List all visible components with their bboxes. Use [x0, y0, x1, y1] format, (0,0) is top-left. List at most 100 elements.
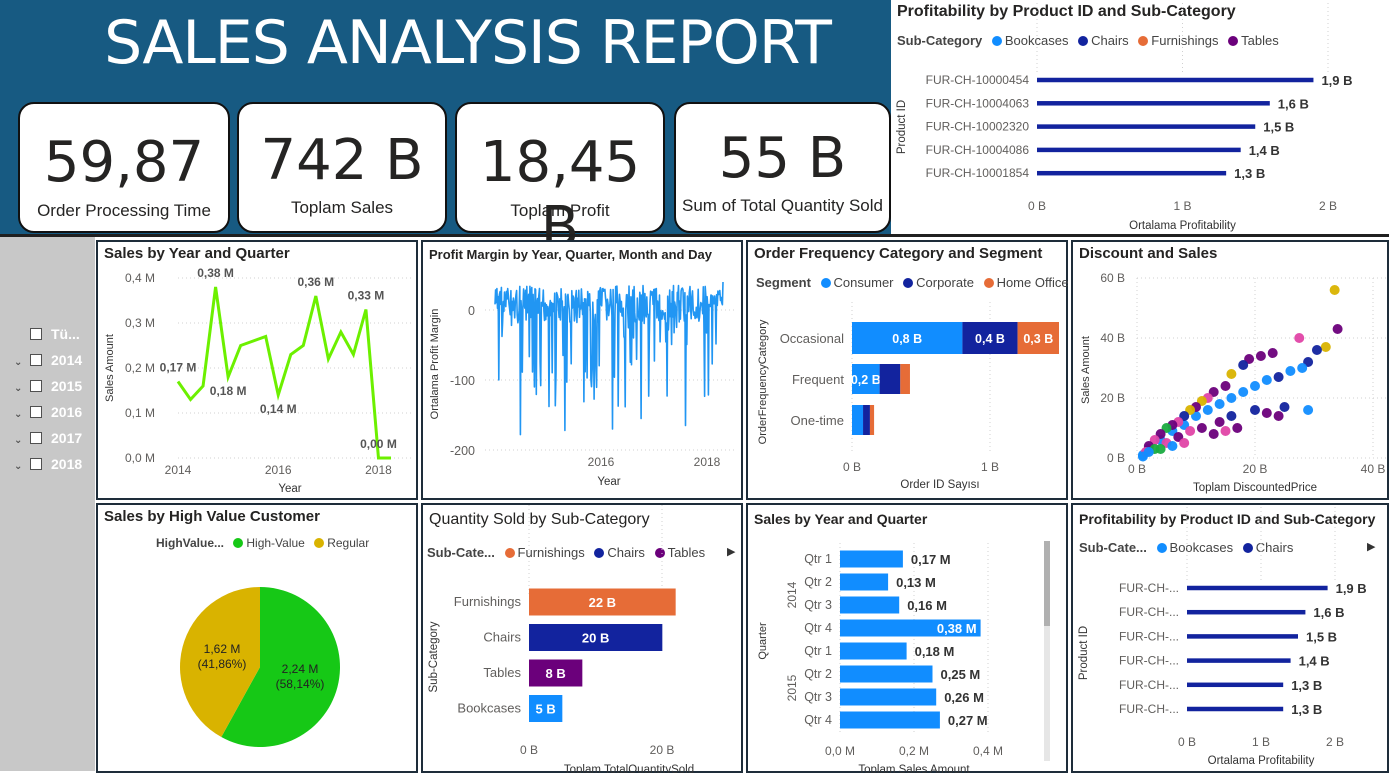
quantity-chart: 0 B 20 B Furnishings 22 B Chairs 20 B Tables 8 … — [428, 505, 694, 773]
x-axis-label: Toplam Sales Amount — [858, 764, 970, 773]
data-label: 0,25 M — [941, 667, 981, 682]
kpi-card-total-profit[interactable]: 18,45 B Toplam Profit — [455, 102, 665, 260]
scatter-point — [1214, 399, 1225, 409]
discount-sales-panel: Discount and Sales 0 B 20 B 40 B 60 B0 B 20 … — [1071, 240, 1389, 500]
y-tick-label: 0 B — [1107, 451, 1125, 465]
x-axis-label: Year — [597, 476, 620, 488]
data-label: 1,9 B — [1321, 73, 1352, 88]
data-label: 1,3 B — [1291, 702, 1322, 717]
y-tick-label: 0,4 M — [125, 271, 155, 285]
y-axis-label: Product ID — [1078, 626, 1090, 680]
bar — [1187, 706, 1284, 712]
order-frequency-chart: 0 B 1 BOrder ID Sayısı OrderFrequencyCateg… — [757, 302, 1059, 491]
bar — [840, 550, 903, 568]
slicer-item-label: 2018 — [51, 456, 83, 472]
y-tick-label: 60 B — [1100, 271, 1125, 285]
x-tick-label: 1 B — [1173, 199, 1191, 213]
scatter-point — [1220, 381, 1231, 391]
y-tick-label: -100 — [450, 374, 475, 388]
x-tick-label: 2016 — [265, 463, 292, 477]
y-category-label: Qtr 4 — [804, 713, 832, 727]
scatter-point — [1261, 408, 1272, 418]
bar — [1187, 609, 1306, 615]
y-category-label: Tables — [483, 665, 521, 680]
chevron-down-icon[interactable]: ⌄ — [14, 435, 30, 446]
profitability-top-chart: 0 B 1 B 2 B FUR-CH-10000454 1,9 B FUR-CH-1000… — [896, 0, 1353, 232]
slicer-item-all[interactable]: Tü... — [14, 326, 80, 346]
y-category-label: FUR-CH-... — [1119, 678, 1179, 692]
slicer-item-2017[interactable]: ⌄ 2017 — [14, 430, 82, 450]
checkbox[interactable] — [30, 380, 42, 392]
checkbox[interactable] — [30, 354, 42, 366]
high-value-pie-chart: 2,24 M(58,14%) 1,62 M(41,86%) — [180, 587, 340, 747]
x-axis-label: Order ID Sayısı — [900, 479, 979, 491]
bar — [1037, 77, 1314, 83]
bar — [1037, 101, 1270, 106]
high-value-panel: Sales by High Value Customer HighValue..… — [96, 503, 418, 773]
data-label: 1,3 B — [1234, 166, 1265, 181]
group-label: 2015 — [785, 674, 799, 701]
checkbox[interactable] — [30, 328, 42, 340]
x-tick-label: 2018 — [694, 455, 721, 469]
checkbox[interactable] — [30, 406, 42, 418]
bar-segment — [852, 405, 864, 435]
bar-segment — [863, 405, 870, 435]
bar — [840, 642, 907, 660]
data-label: 0,38 M — [937, 621, 977, 636]
year-slicer: Tü... ⌄ 2014 ⌄ 2015 ⌄ 2016 ⌄ 2017 ⌄ 2018 — [0, 237, 95, 771]
kpi-label: Sum of Total Quantity Sold — [682, 196, 883, 215]
y-axis-label: Sales Amount — [1080, 336, 1092, 404]
sales-line-panel: Sales by Year and Quarter 0,0 M 0,1 M 0,2 … — [96, 240, 418, 500]
checkbox[interactable] — [30, 432, 42, 444]
x-tick-label: 2 B — [1326, 735, 1344, 749]
kpi-card-quantity-sold[interactable]: 55 B Sum of Total Quantity Sold — [674, 102, 891, 233]
y-category-label: FUR-CH-10004086 — [926, 143, 1030, 157]
kpi-label: Order Processing Time — [37, 201, 211, 220]
chevron-down-icon[interactable]: ⌄ — [14, 409, 30, 420]
scatter-point — [1267, 348, 1278, 358]
chevron-down-icon[interactable]: ⌄ — [14, 383, 30, 394]
bar — [840, 573, 889, 591]
chevron-down-icon[interactable]: ⌄ — [14, 357, 30, 368]
kpi-card-total-sales[interactable]: 742 B Toplam Sales — [237, 102, 447, 233]
y-axis-label: Sales Amount — [104, 334, 116, 402]
sales-line-chart: 0,0 M 0,1 M 0,2 M 0,3 M 0,4 M 2014 2016 2018 Yea… — [104, 266, 412, 495]
y-category-label: FUR-CH-10004063 — [926, 96, 1030, 110]
scatter-point — [1250, 381, 1260, 391]
y-tick-label: 40 B — [1100, 331, 1125, 345]
data-label: 0,13 M — [896, 575, 936, 590]
scatter-point — [1179, 438, 1190, 448]
data-label: 0,3 B — [1023, 332, 1053, 346]
x-tick-label: 2 B — [1319, 199, 1337, 213]
section-divider — [0, 234, 1389, 237]
bar — [1037, 170, 1227, 176]
data-label: 1,6 B — [1278, 96, 1309, 111]
scatter-point — [1185, 426, 1196, 436]
y-category-label: FUR-CH-... — [1119, 581, 1179, 595]
scatter-point — [1226, 369, 1237, 379]
kpi-card-order-processing[interactable]: 59,87 Order Processing Time — [18, 102, 230, 233]
checkbox[interactable] — [30, 458, 42, 470]
data-label: 0,14 M — [260, 402, 297, 416]
y-category-label: Frequent — [792, 372, 844, 387]
data-label: 0,17 M — [160, 361, 197, 375]
slicer-item-label: 2016 — [51, 404, 83, 420]
slicer-item-2018[interactable]: ⌄ 2018 — [14, 456, 82, 476]
y-category-label: FUR-CH-... — [1119, 605, 1179, 619]
bar — [1187, 682, 1284, 688]
x-tick-label: 0,2 M — [899, 744, 929, 758]
y-tick-label: 0,0 M — [125, 451, 155, 465]
kpi-value: 55 B — [718, 126, 847, 191]
sales-bar-panel: Sales by Year and Quarter 0,0 M 0,2 M 0,4 … — [746, 503, 1068, 773]
x-tick-label: 0 B — [520, 743, 538, 757]
y-category-label: FUR-CH-10000454 — [926, 73, 1030, 87]
slicer-item-2014[interactable]: ⌄ 2014 — [14, 352, 82, 372]
slicer-item-2016[interactable]: ⌄ 2016 — [14, 404, 82, 424]
data-label: 0,36 M — [297, 275, 334, 289]
y-category-label: Bookcases — [457, 701, 521, 716]
chevron-down-icon[interactable]: ⌄ — [14, 461, 30, 472]
y-category-label: Qtr 3 — [804, 690, 832, 704]
scatter-point — [1155, 444, 1166, 454]
slicer-item-2015[interactable]: ⌄ 2015 — [14, 378, 82, 398]
scatter-point — [1220, 426, 1231, 436]
